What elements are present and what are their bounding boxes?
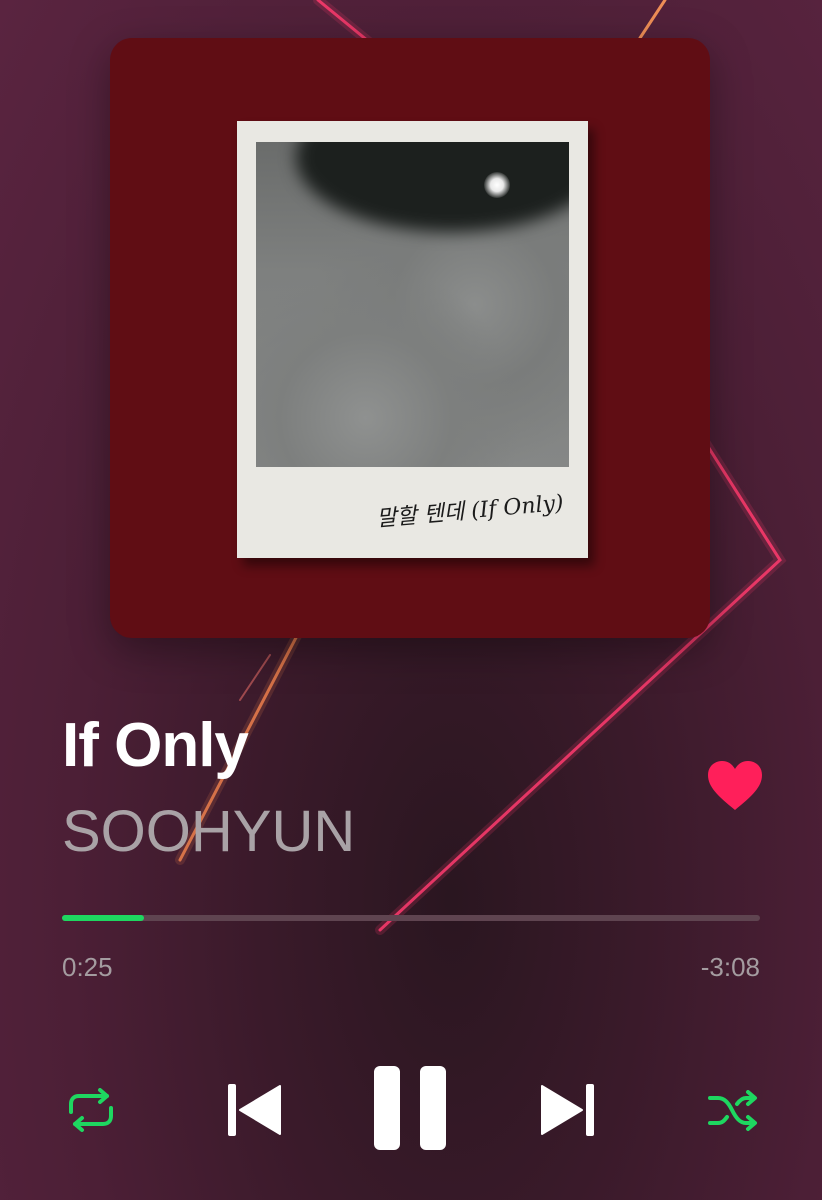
skip-next-icon[interactable] <box>540 1082 596 1138</box>
album-art-polaroid: 말할 텐데 (If Only) <box>237 121 588 558</box>
track-title: If Only <box>62 711 249 780</box>
album-art: 말할 텐데 (If Only) <box>110 38 710 638</box>
pause-icon[interactable] <box>374 1066 446 1150</box>
photo-shadow <box>296 142 569 232</box>
repeat-icon[interactable] <box>67 1088 115 1132</box>
album-art-photo <box>256 142 569 467</box>
shuffle-icon[interactable] <box>708 1090 758 1132</box>
time-elapsed: 0:25 <box>62 952 113 982</box>
skip-previous-icon[interactable] <box>226 1082 282 1138</box>
album-art-caption: 말할 텐데 (If Only) <box>375 490 565 533</box>
progress-bar[interactable] <box>62 915 760 921</box>
like-heart-icon[interactable] <box>706 760 764 812</box>
track-artist[interactable]: SOOHYUN <box>62 798 355 865</box>
progress-bar-fill <box>62 915 144 921</box>
photo-light-glow <box>484 172 510 198</box>
time-remaining: -3:08 <box>700 952 760 982</box>
